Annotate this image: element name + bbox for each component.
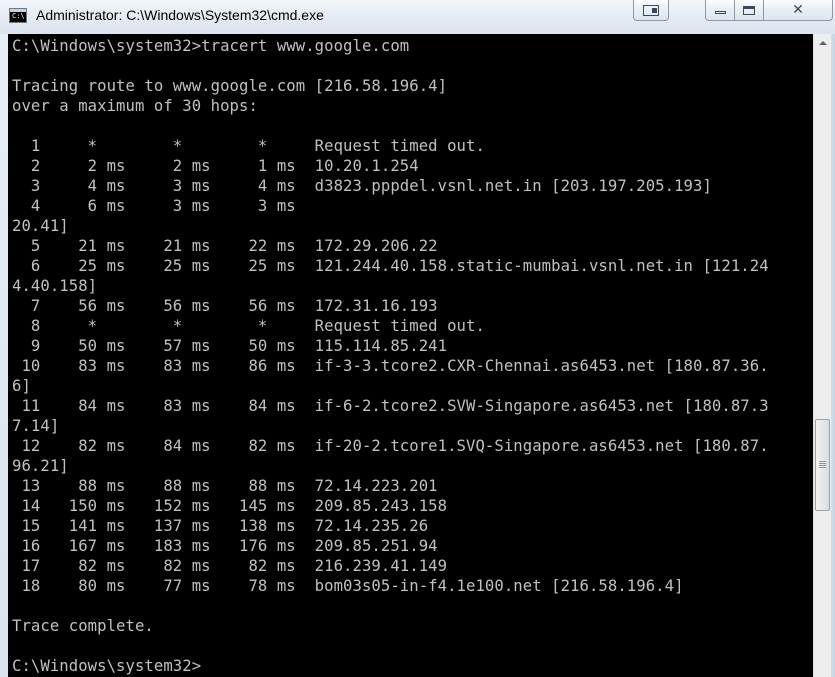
vertical-scrollbar[interactable]	[813, 34, 831, 677]
console-line: Trace complete.	[12, 617, 154, 635]
console-line: 10 83 ms 83 ms 86 ms if-3-3.tcore2.CXR-C…	[12, 357, 769, 375]
scroll-thumb[interactable]	[815, 419, 830, 511]
window-pin-button[interactable]	[633, 0, 669, 21]
console-line: 13 88 ms 88 ms 88 ms 72.14.223.201	[12, 477, 438, 495]
close-icon: ✕	[792, 2, 804, 18]
minimize-icon	[714, 11, 726, 14]
window-title: Administrator: C:\Windows\System32\cmd.e…	[36, 7, 324, 23]
cmd-icon[interactable]: C:\	[9, 8, 27, 23]
minimize-button[interactable]	[705, 0, 735, 21]
console-line: 2 2 ms 2 ms 1 ms 10.20.1.254	[12, 157, 419, 175]
console-line: 8 * * * Request timed out.	[12, 317, 485, 335]
maximize-icon	[743, 5, 755, 15]
title-bar[interactable]: C:\ Administrator: C:\Windows\System32\c…	[0, 0, 835, 34]
console-line: 7 56 ms 56 ms 56 ms 172.31.16.193	[12, 297, 438, 315]
cmd-icon-text: C:\	[12, 12, 25, 20]
console-line: 96.21]	[12, 457, 69, 475]
console-line: 12 82 ms 84 ms 82 ms if-20-2.tcore1.SVQ-…	[12, 437, 769, 455]
console-line: 14 150 ms 152 ms 145 ms 209.85.243.158	[12, 497, 448, 515]
window-frame-right	[831, 34, 835, 677]
console-line: C:\Windows\system32>tracert www.google.c…	[12, 37, 410, 55]
scroll-up-arrow-icon[interactable]	[814, 34, 831, 51]
maximize-button[interactable]	[734, 0, 764, 21]
console-line: 4 6 ms 3 ms 3 ms	[12, 197, 296, 215]
console-line: 18 80 ms 77 ms 78 ms bom03s05-in-f4.1e10…	[12, 577, 684, 595]
console-line: 6]	[12, 377, 31, 395]
console-text: C:\Windows\system32>tracert www.google.c…	[8, 34, 813, 676]
console-line: 11 84 ms 83 ms 84 ms if-6-2.tcore2.SVW-S…	[12, 397, 769, 415]
console-output[interactable]: C:\Windows\system32>tracert www.google.c…	[8, 34, 813, 677]
console-line: 3 4 ms 3 ms 4 ms d3823.pppdel.vsnl.net.i…	[12, 177, 712, 195]
console-line: 16 167 ms 183 ms 176 ms 209.85.251.94	[12, 537, 438, 555]
console-line: 6 25 ms 25 ms 25 ms 121.244.40.158.stati…	[12, 257, 769, 275]
console-line: 15 141 ms 137 ms 138 ms 72.14.235.26	[12, 517, 429, 535]
console-line: Tracing route to www.google.com [216.58.…	[12, 77, 448, 95]
console-line: C:\Windows\system32>	[12, 657, 202, 675]
console-line: 4.40.158]	[12, 277, 98, 295]
cmd-window: C:\ Administrator: C:\Windows\System32\c…	[0, 0, 835, 677]
console-line: over a maximum of 30 hops:	[12, 97, 258, 115]
console-line: 17 82 ms 82 ms 82 ms 216.239.41.149	[12, 557, 448, 575]
console-line: 7.14]	[12, 417, 60, 435]
console-line: 9 50 ms 57 ms 50 ms 115.114.85.241	[12, 337, 448, 355]
console-line: 1 * * * Request timed out.	[12, 137, 485, 155]
console-line: 5 21 ms 21 ms 22 ms 172.29.206.22	[12, 237, 438, 255]
close-button[interactable]: ✕	[763, 0, 833, 21]
window-pin-icon	[643, 4, 659, 16]
console-line: 20.41]	[12, 217, 69, 235]
